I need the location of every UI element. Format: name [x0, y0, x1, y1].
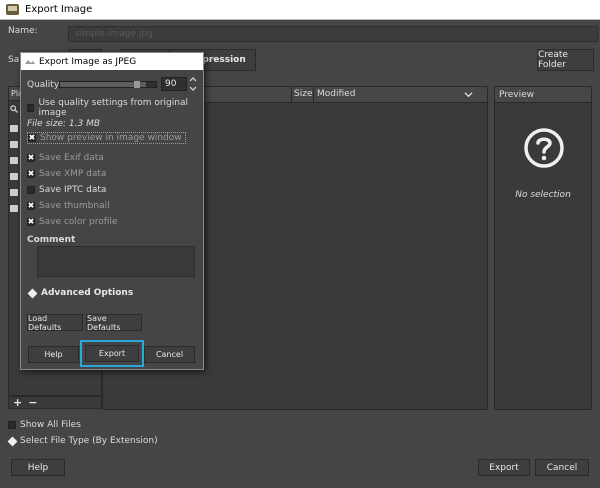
save-exif-checkbox[interactable]: ✖ Save Exif data [27, 153, 104, 163]
no-selection-text: No selection [515, 190, 571, 200]
window-title: Export Image [25, 4, 93, 15]
jpeg-dialog-icon [25, 59, 35, 64]
add-icon[interactable]: + [13, 396, 22, 409]
help-button[interactable]: Help [11, 459, 65, 476]
show-all-files-box[interactable] [8, 421, 16, 429]
save-color-profile-box[interactable]: ✖ [27, 218, 35, 226]
quality-slider[interactable] [59, 81, 157, 88]
use-original-quality-label: Use quality settings from original image [38, 98, 188, 118]
chevron-down-icon[interactable] [464, 90, 473, 99]
name-label: Name: [8, 26, 38, 36]
save-in-label: Sa [8, 55, 20, 65]
dialog-title: Export Image as JPEG [39, 56, 137, 67]
export-button[interactable]: Export [478, 459, 530, 476]
show-preview-box[interactable]: ✖ [28, 134, 36, 142]
search-icon[interactable] [10, 105, 18, 113]
show-preview-label: Show preview in image window [40, 133, 182, 143]
show-all-files-checkbox[interactable]: Show All Files [8, 420, 81, 430]
advanced-options-expander[interactable]: Advanced Options [27, 288, 134, 298]
folder-icon[interactable] [10, 205, 18, 212]
folder-icon[interactable] [10, 173, 18, 180]
dialog-titlebar: Export Image as JPEG [21, 53, 203, 70]
remove-icon[interactable]: − [28, 396, 37, 409]
save-thumbnail-checkbox[interactable]: ✖ Save thumbnail [27, 201, 110, 211]
create-folder-button[interactable]: Create Folder [537, 49, 594, 71]
save-exif-label: Save Exif data [39, 153, 104, 163]
folder-icon[interactable] [10, 157, 18, 164]
quality-label: Quality: [27, 80, 62, 90]
spin-up-icon[interactable] [189, 77, 197, 82]
save-thumbnail-box[interactable]: ✖ [27, 202, 35, 210]
expander-icon[interactable] [27, 288, 38, 298]
show-preview-checkbox[interactable]: ✖ Show preview in image window [27, 132, 186, 144]
jpeg-export-dialog: Export Image as JPEG Quality: 90 Use qua… [20, 52, 204, 370]
save-defaults-button[interactable]: Save Defaults [86, 314, 142, 332]
save-xmp-box[interactable]: ✖ [27, 170, 35, 178]
column-size[interactable]: Size [291, 87, 313, 102]
filename-input[interactable]: simple-image.jpg [68, 26, 598, 42]
file-size-label: File size: 1.3 MB [27, 119, 101, 129]
window-titlebar: Export Image [0, 0, 600, 20]
cancel-button[interactable]: Cancel [535, 459, 589, 476]
save-xmp-checkbox[interactable]: ✖ Save XMP data [27, 169, 106, 179]
save-thumbnail-label: Save thumbnail [39, 201, 110, 211]
quality-row: Quality: 90 [27, 77, 197, 91]
quality-slider-handle[interactable] [134, 81, 140, 88]
save-exif-box[interactable]: ✖ [27, 154, 35, 162]
name-row: Name: simple-image.jpg [8, 26, 598, 42]
column-modified[interactable]: Modified [313, 87, 477, 102]
save-xmp-label: Save XMP data [39, 169, 107, 179]
save-iptc-label: Save IPTC data [39, 185, 107, 195]
question-icon [524, 128, 564, 168]
app-icon [6, 4, 19, 15]
use-original-quality-box[interactable] [27, 104, 35, 112]
advanced-options-label: Advanced Options [41, 288, 134, 298]
select-file-type-expander[interactable]: Select File Type (By Extension) [7, 436, 158, 446]
folder-icon[interactable] [10, 141, 18, 148]
places-footer: + − [8, 396, 102, 409]
folder-icon[interactable] [10, 125, 18, 132]
use-original-quality-checkbox[interactable]: Use quality settings from original image [27, 98, 203, 118]
save-color-profile-checkbox[interactable]: ✖ Save color profile [27, 217, 117, 227]
export-button-highlight [80, 340, 144, 367]
comment-label: Comment [27, 235, 76, 245]
preview-panel: Preview No selection [494, 86, 592, 410]
save-iptc-checkbox[interactable]: Save IPTC data [27, 185, 106, 195]
spin-down-icon[interactable] [189, 86, 197, 91]
select-file-type-label: Select File Type (By Extension) [20, 436, 158, 446]
expander-icon[interactable] [7, 436, 18, 446]
save-iptc-box[interactable] [27, 186, 35, 194]
dialog-cancel-button[interactable]: Cancel [144, 346, 195, 363]
dialog-help-button[interactable]: Help [28, 346, 79, 363]
show-all-files-label: Show All Files [20, 420, 81, 430]
folder-icon[interactable] [10, 189, 18, 196]
load-defaults-button[interactable]: Load Defaults [27, 314, 83, 332]
save-color-profile-label: Save color profile [39, 217, 118, 227]
quality-spin-input[interactable]: 90 [161, 77, 187, 91]
quality-spin-arrows[interactable] [189, 77, 197, 91]
comment-textarea[interactable] [37, 246, 195, 277]
preview-header: Preview [495, 87, 591, 103]
